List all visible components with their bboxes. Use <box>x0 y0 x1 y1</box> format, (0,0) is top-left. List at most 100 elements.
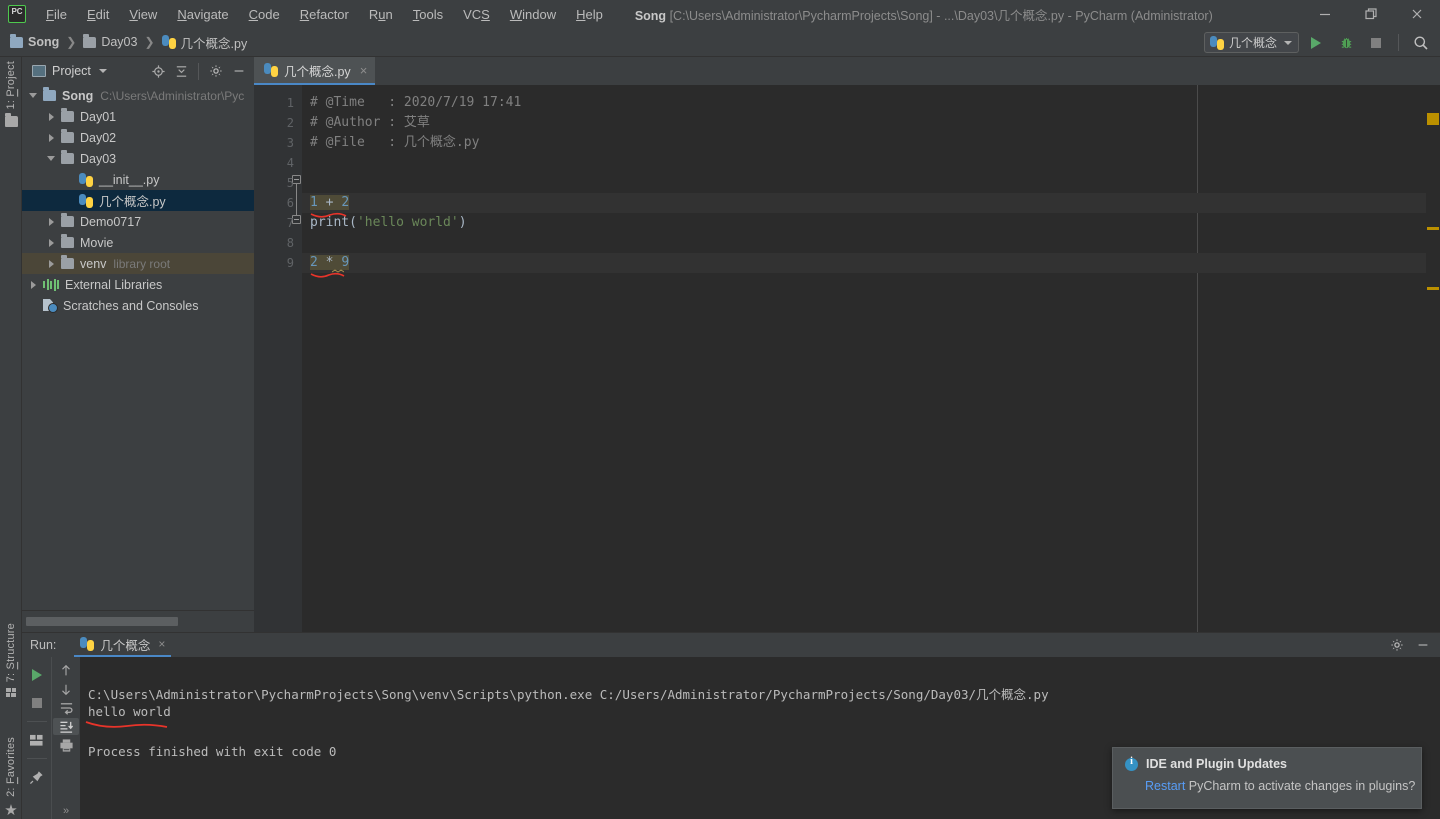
tree-row[interactable]: Day03 <box>22 148 254 169</box>
gear-icon[interactable] <box>1386 634 1408 656</box>
tree-row[interactable]: Scratches and Consoles <box>22 295 254 316</box>
code-line[interactable] <box>302 173 310 193</box>
window-title-path: [C:\Users\Administrator\PycharmProjects\… <box>669 8 1213 23</box>
project-tree[interactable]: Song C:\Users\Administrator\Pyc Day01 Day02… <box>22 85 254 610</box>
project-window-icon <box>32 65 46 77</box>
project-panel-title: Project <box>52 64 91 78</box>
layout-button[interactable] <box>24 727 50 753</box>
locate-icon[interactable] <box>147 60 169 82</box>
notification-title-row: IDE and Plugin Updates <box>1113 748 1421 771</box>
menu-item-refactor[interactable]: Refactor <box>290 4 359 25</box>
close-icon[interactable]: × <box>158 637 165 651</box>
menu-item-view[interactable]: View <box>119 4 167 25</box>
search-button[interactable] <box>1408 30 1434 56</box>
tree-row[interactable]: External Libraries <box>22 274 254 295</box>
scrollbar-track[interactable] <box>26 617 248 626</box>
project-tree-hscrollbar[interactable] <box>22 610 254 632</box>
rerun-button[interactable] <box>24 662 50 688</box>
tree-row[interactable]: 几个概念.py <box>22 190 254 211</box>
sidebar-tab-favorites[interactable]: 2: Favorites ★ <box>0 737 22 818</box>
chevron-down-icon[interactable] <box>26 93 40 98</box>
tree-row[interactable]: Day01 <box>22 106 254 127</box>
tree-row[interactable]: venv library root <box>22 253 254 274</box>
code-token: 1 <box>310 195 318 210</box>
window-title-project: Song <box>634 8 667 23</box>
menu-item-code[interactable]: Code <box>239 4 290 25</box>
tree-row[interactable]: Demo0717 <box>22 211 254 232</box>
print-button[interactable] <box>53 737 79 754</box>
menu-item-edit[interactable]: Edit <box>77 4 119 25</box>
chevron-right-icon[interactable] <box>44 238 58 247</box>
search-icon <box>1414 36 1428 50</box>
code-line[interactable]: # @Time : 2020/7/19 17:41 <box>302 93 521 113</box>
folder-icon <box>83 33 97 48</box>
sidebar-tab-project[interactable]: 1: Project <box>0 61 22 127</box>
breadcrumb-label: Day03 <box>101 35 138 49</box>
hide-icon[interactable] <box>228 60 250 82</box>
minimize-icon[interactable] <box>1302 0 1348 28</box>
scroll-to-end-button[interactable] <box>53 718 79 736</box>
chevron-down-icon[interactable] <box>98 69 107 73</box>
run-tab[interactable]: 几个概念 × <box>74 633 172 657</box>
menu-item-run[interactable]: Run <box>359 4 403 25</box>
close-icon[interactable] <box>1394 0 1440 28</box>
folder-icon <box>61 234 74 248</box>
scroll-up-button[interactable] <box>53 662 79 679</box>
tree-row[interactable]: Day02 <box>22 127 254 148</box>
code-content[interactable]: # @Time : 2020/7/19 17:41 # @Author : 艾草 #… <box>302 85 1440 632</box>
menu-item-navigate[interactable]: Navigate <box>167 4 238 25</box>
chevron-right-icon[interactable] <box>44 112 58 121</box>
run-tab-label: 几个概念 <box>100 638 151 653</box>
window-title: Song [C:\Users\Administrator\PycharmProj… <box>635 5 1213 24</box>
notification-balloon[interactable]: IDE and Plugin Updates Restart PyCharm t… <box>1112 747 1422 809</box>
scrollbar-thumb[interactable] <box>26 617 178 626</box>
collapse-all-icon[interactable] <box>170 60 192 82</box>
chevron-right-icon[interactable] <box>44 133 58 142</box>
warning-marker[interactable] <box>1427 227 1439 230</box>
menu-item-vcs[interactable]: VCS <box>453 4 500 25</box>
stop-button[interactable] <box>1363 30 1389 56</box>
tree-row-label: External Libraries <box>65 277 163 292</box>
code-editor[interactable]: 1 2 3 4 5 6 7 8 9 # @Time : 2020/7/19 17:41 # @Au… <box>254 85 1440 632</box>
more-actions-button[interactable]: » <box>53 802 79 819</box>
error-stripe-gutter[interactable] <box>1426 85 1440 632</box>
menu-item-tools[interactable]: Tools <box>403 4 453 25</box>
soft-wrap-button[interactable] <box>53 700 79 717</box>
code-line[interactable] <box>302 233 310 253</box>
sidebar-tab-structure[interactable]: 7: Structure <box>0 623 22 698</box>
breadcrumb-item-file[interactable]: 几个概念.py <box>161 33 247 52</box>
restart-link[interactable]: Restart <box>1145 779 1185 793</box>
menu-item-window[interactable]: Window <box>500 4 566 25</box>
maximize-icon[interactable] <box>1348 0 1394 28</box>
code-line[interactable]: 1 + 2 <box>302 193 350 213</box>
run-configuration-selector[interactable]: 几个概念 <box>1203 32 1299 53</box>
gear-icon[interactable] <box>205 60 227 82</box>
external-libraries-icon <box>43 278 59 291</box>
run-button[interactable] <box>1303 30 1329 56</box>
code-line[interactable] <box>302 153 310 173</box>
menu-item-file[interactable]: File <box>36 4 77 25</box>
hide-icon[interactable] <box>1412 634 1434 656</box>
run-icon <box>31 669 42 681</box>
chevron-right-icon[interactable] <box>26 280 40 289</box>
warning-marker[interactable] <box>1427 113 1439 125</box>
chevron-right-icon[interactable] <box>44 259 58 268</box>
chevron-right-icon[interactable] <box>44 217 58 226</box>
code-line[interactable]: # @File : 几个概念.py <box>302 133 479 153</box>
pin-icon <box>29 770 43 784</box>
pin-button[interactable] <box>24 764 50 790</box>
breadcrumb-item-day03[interactable]: Day03 <box>83 33 138 49</box>
code-line[interactable]: # @Author : 艾草 <box>302 113 430 133</box>
close-icon[interactable]: × <box>360 64 368 77</box>
stop-button[interactable] <box>24 690 50 716</box>
tree-row[interactable]: Song C:\Users\Administrator\Pyc <box>22 85 254 106</box>
chevron-down-icon[interactable] <box>44 156 58 161</box>
breadcrumb-item-song[interactable]: Song <box>10 33 59 49</box>
tree-row[interactable]: __init__.py <box>22 169 254 190</box>
editor-tab-file[interactable]: 几个概念.py × <box>254 57 376 85</box>
scroll-down-button[interactable] <box>53 681 79 698</box>
menu-item-help[interactable]: Help <box>566 4 613 25</box>
tree-row[interactable]: Movie <box>22 232 254 253</box>
warning-marker[interactable] <box>1427 287 1439 290</box>
debug-button[interactable] <box>1333 30 1359 56</box>
